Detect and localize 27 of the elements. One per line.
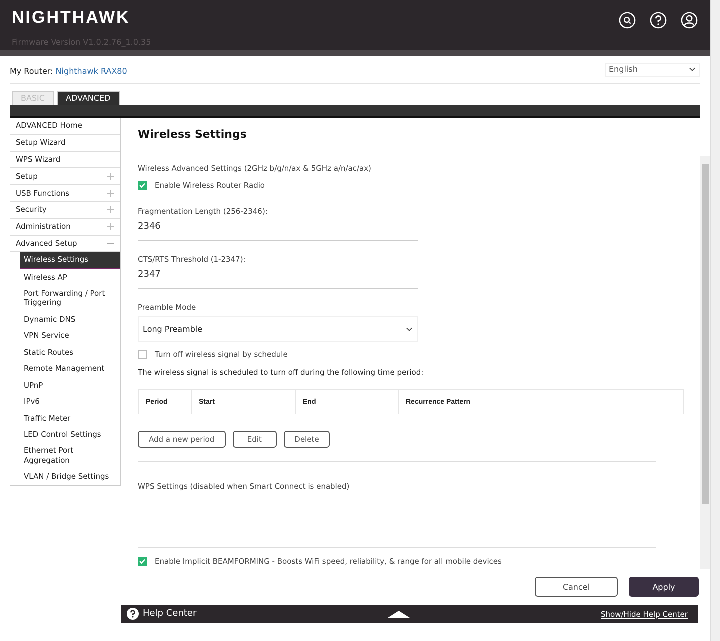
search-icon[interactable] (619, 12, 636, 29)
language-select[interactable]: English (605, 62, 700, 76)
help-icon[interactable] (650, 12, 667, 29)
help-title: Help Center (143, 609, 197, 619)
plus-icon[interactable] (107, 190, 114, 197)
cancel-button[interactable]: Cancel (535, 577, 618, 597)
preamble-select[interactable]: Long Preamble (138, 316, 418, 342)
scrollbar[interactable] (700, 156, 710, 569)
user-icon[interactable] (681, 12, 698, 29)
triangle-up-icon[interactable] (388, 610, 410, 618)
input-field[interactable]: 2346 (138, 216, 418, 241)
logo: NIGHTHAWK (12, 8, 132, 28)
input-field[interactable]: 2347 (138, 264, 418, 289)
plus-icon[interactable] (107, 172, 114, 180)
page-title: Wireless Settings (138, 128, 248, 143)
help-icon[interactable] (127, 608, 139, 620)
checkbox[interactable] (138, 350, 147, 359)
checkbox[interactable] (138, 557, 147, 566)
plus-icon[interactable] (107, 223, 114, 230)
chevron-down-icon (689, 67, 696, 72)
chevron-down-icon (406, 326, 413, 332)
tab[interactable]: ADVANCED (56, 91, 120, 105)
checkbox[interactable] (138, 181, 147, 190)
page-scrollbar[interactable] (710, 0, 720, 641)
plus-icon[interactable] (107, 206, 114, 214)
apply-button[interactable]: Apply (629, 577, 699, 597)
router-name: My Router: Nighthawk RAX80 (10, 67, 128, 76)
